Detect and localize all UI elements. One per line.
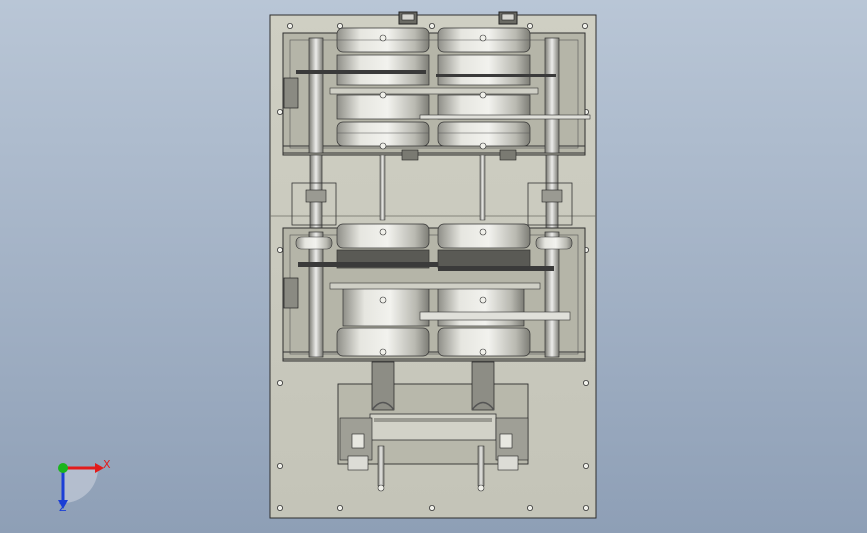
triad-z-label: Z [59, 501, 67, 514]
triad-quadrant [63, 468, 98, 503]
triad-x-label: X [103, 458, 111, 471]
triad-y-axis [58, 463, 68, 473]
cad-viewport[interactable]: X Z [0, 0, 867, 533]
orientation-triad[interactable] [0, 0, 867, 533]
